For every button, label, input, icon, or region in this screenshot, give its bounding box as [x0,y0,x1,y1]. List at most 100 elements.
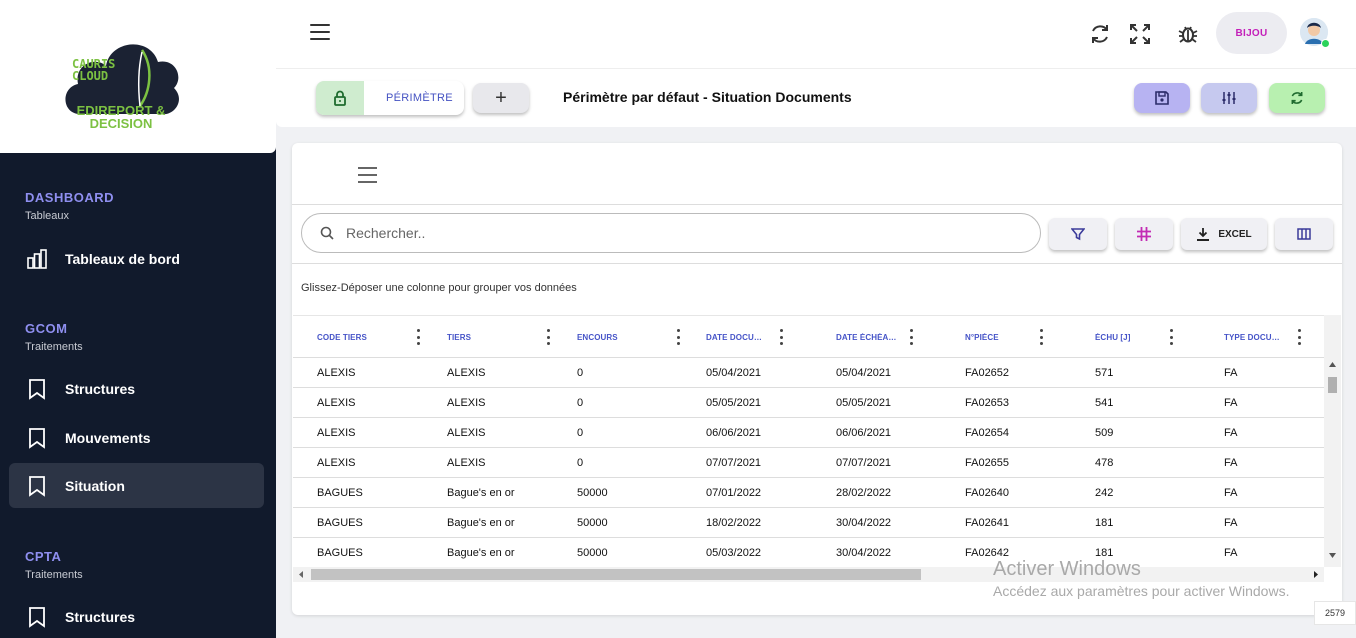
cell-date-echeance: 28/02/2022 [836,487,892,499]
settings-button[interactable] [1201,83,1257,113]
cell-echu: 242 [1095,487,1114,499]
cell-date-echeance: 05/05/2021 [836,397,892,409]
cell-code-tiers: BAGUES [317,517,363,529]
bug-icon[interactable] [1176,22,1200,46]
cell-date-document: 07/07/2021 [706,457,762,469]
cell-date-echeance: 05/04/2021 [836,367,892,379]
filter-button[interactable] [1049,218,1107,250]
cell-date-document: 05/05/2021 [706,397,762,409]
table-row[interactable]: ALEXIS ALEXIS 0 06/06/2021 06/06/2021 FA… [293,418,1324,448]
sidebar-item-tableaux-de-bord[interactable]: Tableaux de bord [9,236,264,281]
sidebar-item-cpta-structures[interactable]: Structures [9,594,264,638]
divider [292,263,1342,264]
table-row[interactable]: BAGUES Bague's en or 50000 07/01/2022 28… [293,478,1324,508]
columns-button[interactable] [1275,218,1333,250]
grid-toggle-button[interactable] [1115,218,1173,250]
column-menu-icon[interactable] [547,329,551,345]
logo[interactable]: CAURIS CLOUD EDIREPORT & DECISION [0,0,276,153]
column-menu-icon[interactable] [1170,329,1174,345]
lock-icon [316,81,364,115]
column-header-label: TYPE DOCUMENT [1224,332,1286,342]
column-menu-icon[interactable] [417,329,421,345]
scroll-left-icon[interactable] [297,567,307,582]
column-header-type-document[interactable]: TYPE DOCUMENT [1224,316,1301,358]
perimeter-button[interactable]: PÉRIMÈTRE [316,81,464,115]
logo-product-text: EDIREPORT & DECISION [66,104,176,130]
scroll-right-icon[interactable] [1311,567,1321,582]
perimeter-label: PÉRIMÈTRE [386,92,453,104]
search-icon [320,226,334,240]
cell-tiers: ALEXIS [447,427,486,439]
fullscreen-icon[interactable] [1128,22,1152,46]
table-row[interactable]: BAGUES Bague's en or 50000 18/02/2022 30… [293,508,1324,538]
cell-type-document: FA [1224,547,1238,559]
column-menu-icon[interactable] [677,329,681,345]
sidebar-item-label: Situation [65,477,125,494]
cell-encours: 50000 [577,517,608,529]
section-title-cpta: CPTA [25,549,62,564]
section-subtitle-gcom: Traitements [25,341,83,353]
table-row[interactable]: ALEXIS ALEXIS 0 05/04/2021 05/04/2021 FA… [293,358,1324,388]
cell-type-document: FA [1224,397,1238,409]
column-header-encours[interactable]: ENCOURS [577,316,680,358]
sidebar-item-mouvements[interactable]: Mouvements [9,415,264,460]
save-button[interactable] [1134,83,1190,113]
search-input[interactable] [346,225,986,241]
cell-code-tiers: BAGUES [317,487,363,499]
excel-label: EXCEL [1218,228,1252,240]
column-header-date-document[interactable]: DATE DOCUMENT [706,316,783,358]
cell-date-document: 06/06/2021 [706,427,762,439]
refresh-icon[interactable] [1088,22,1112,46]
cell-num-piece: FA02654 [965,427,1010,439]
vertical-scrollbar[interactable] [1324,315,1341,567]
cell-date-document: 05/03/2022 [706,547,762,559]
section-title-gcom: GCOM [25,321,68,336]
grid-menu-icon[interactable] [358,167,377,188]
save-icon [1155,91,1169,105]
cell-tiers: ALEXIS [447,397,486,409]
column-header-code-tiers[interactable]: CODE TIERS [317,316,420,358]
columns-icon [1297,228,1311,240]
excel-export-button[interactable]: EXCEL [1181,218,1267,250]
sidebar-item-label: Structures [65,608,136,625]
refresh-data-button[interactable] [1269,83,1325,113]
avatar[interactable] [1300,18,1330,48]
section-subtitle-dashboard: Tableaux [25,210,70,222]
column-menu-icon[interactable] [780,329,784,345]
cell-encours: 0 [577,457,584,469]
sidebar-item-situation[interactable]: Situation [9,463,264,508]
cell-type-document: FA [1224,457,1238,469]
column-header-date-echeance[interactable]: DATE ÉCHÉANCE [836,316,913,358]
table-row[interactable]: ALEXIS ALEXIS 0 05/05/2021 05/05/2021 FA… [293,388,1324,418]
logo-line2: CLOUD [72,69,109,83]
column-menu-icon[interactable] [1298,329,1302,345]
sidebar-item-structures[interactable]: Structures [9,366,264,411]
horizontal-scrollbar-thumb[interactable] [311,569,921,580]
cell-tiers: Bague's en or [447,517,515,529]
column-menu-icon[interactable] [1040,329,1044,345]
add-perimeter-button[interactable]: + [473,83,529,113]
column-header-tiers[interactable]: TIERS [447,316,550,358]
cell-date-echeance: 30/04/2022 [836,547,892,559]
logo-brand-text: CAURIS CLOUD [72,58,115,82]
column-header-label: ÉCHU [J] [1095,332,1131,342]
cell-encours: 0 [577,367,584,379]
horizontal-scrollbar[interactable] [293,567,1324,582]
search-box[interactable] [301,213,1041,253]
column-menu-icon[interactable] [910,329,914,345]
table-row[interactable]: BAGUES Bague's en or 50000 05/03/2022 30… [293,538,1324,567]
cell-date-document: 05/04/2021 [706,367,762,379]
cell-num-piece: FA02653 [965,397,1010,409]
cell-tiers: ALEXIS [447,457,486,469]
table-row[interactable]: ALEXIS ALEXIS 0 07/07/2021 07/07/2021 FA… [293,448,1324,478]
user-menu-button[interactable]: BIJOU [1216,12,1287,54]
column-header-num-piece[interactable]: N°PIÈCE [965,316,1045,358]
cell-echu: 571 [1095,367,1114,379]
table-header: CODE TIERS TIERS ENCOURS DATE DOCUMENT D… [293,315,1324,358]
bar-chart-icon [25,247,49,271]
menu-toggle-icon[interactable] [310,24,330,42]
column-header-echu[interactable]: ÉCHU [J] [1095,316,1175,358]
cell-tiers: ALEXIS [447,367,486,379]
logo-line4: DECISION [89,116,153,131]
cell-date-echeance: 06/06/2021 [836,427,892,439]
